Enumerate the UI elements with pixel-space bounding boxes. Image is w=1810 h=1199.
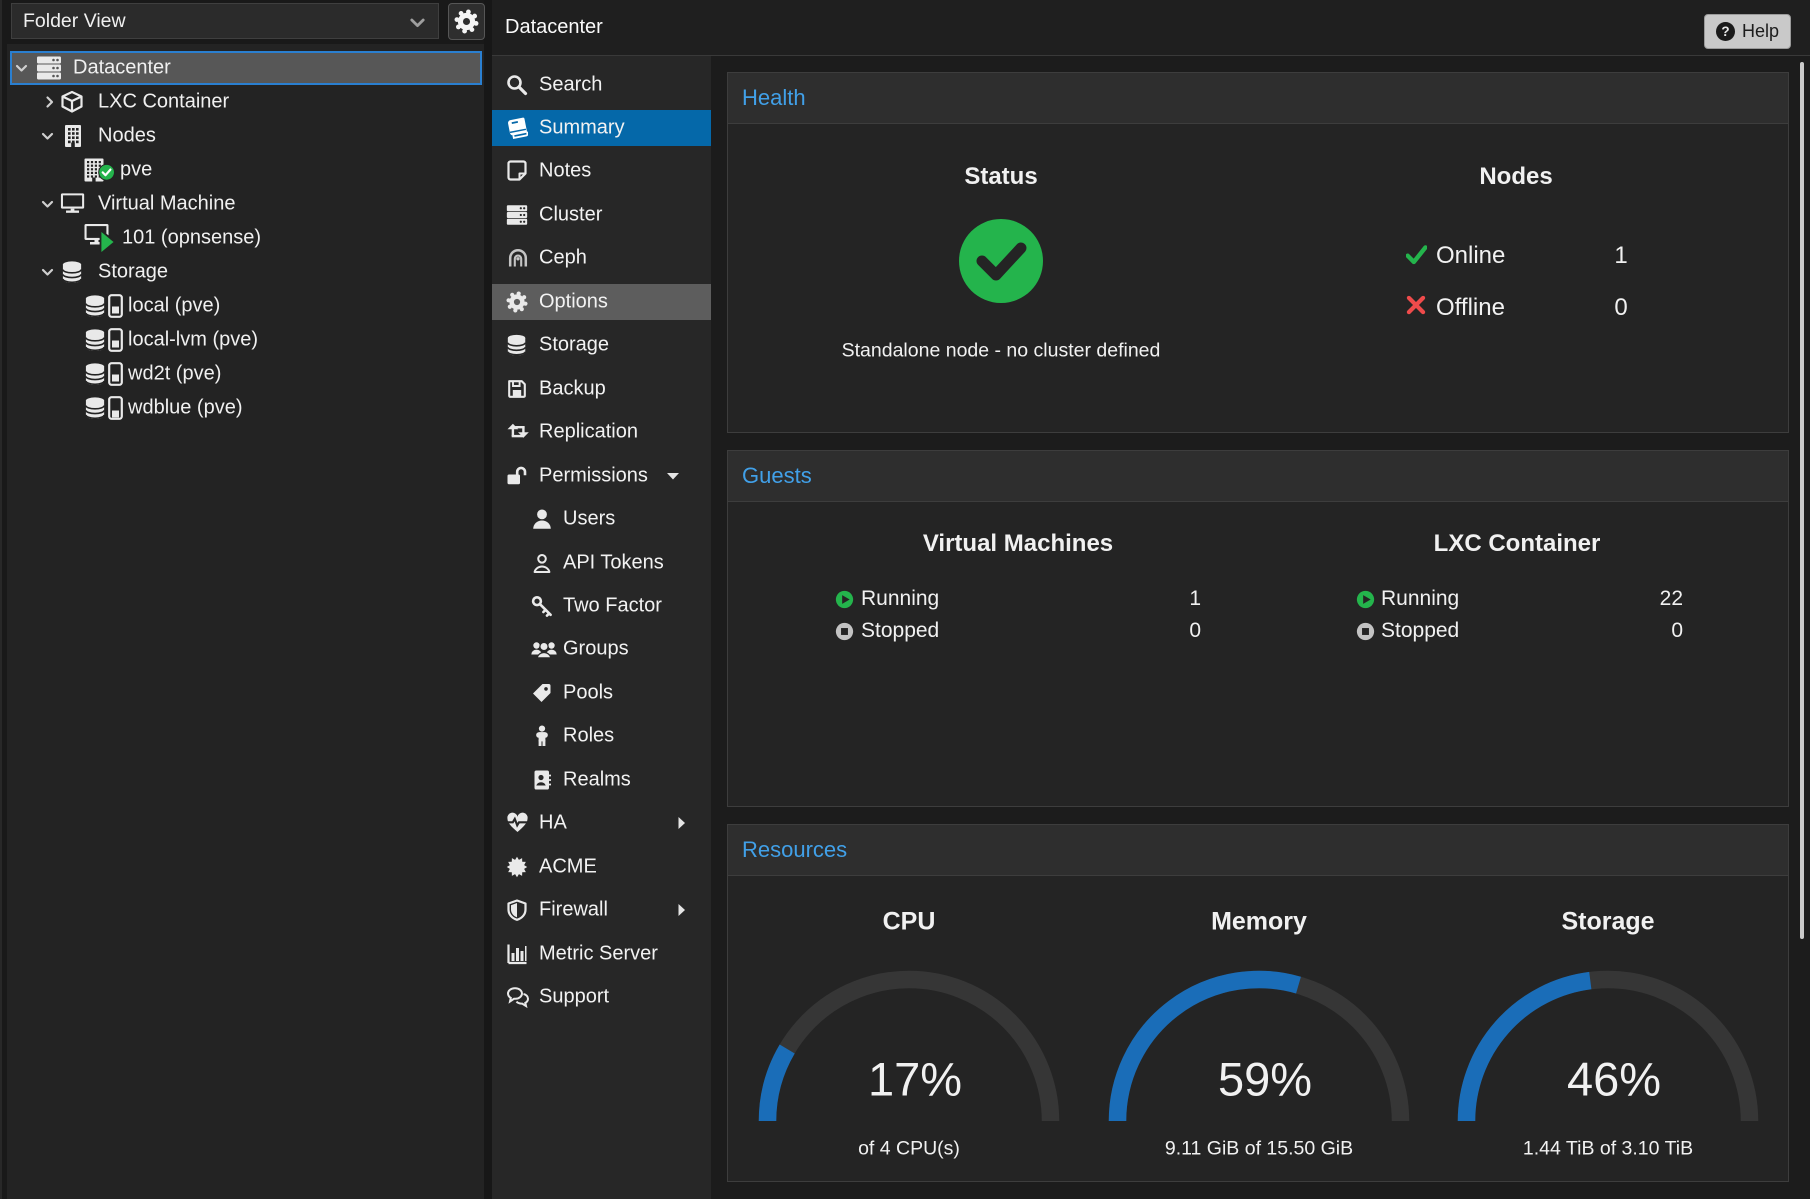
svg-text:?: ? (1721, 24, 1729, 39)
